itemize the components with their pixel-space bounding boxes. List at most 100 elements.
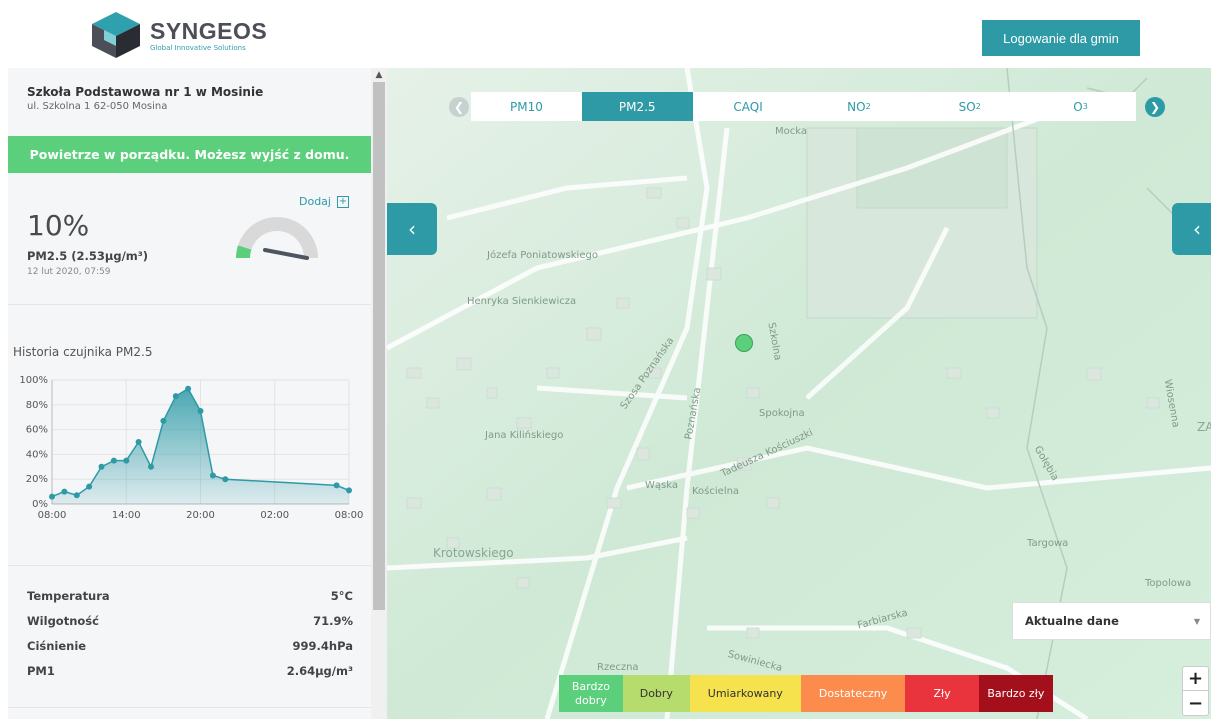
tab-subscript: 2 xyxy=(865,102,871,111)
tab-pm25[interactable]: PM2.5 xyxy=(581,92,693,121)
map-street-label: Krotowskiego xyxy=(433,546,514,560)
tab-o3[interactable]: O3 xyxy=(1025,92,1136,121)
chart-y-tick-label: 0% xyxy=(32,499,48,510)
map-view[interactable]: Mocka Józefa Poniatowskiego Henryka Sien… xyxy=(387,68,1211,719)
stat-label: Wilgotność xyxy=(27,614,99,628)
legend-bardzo-zly: Bardzo zły xyxy=(978,675,1053,712)
chart-y-tick-label: 100% xyxy=(19,375,48,386)
chart-data-point xyxy=(197,408,204,414)
chart-data-point xyxy=(333,482,340,489)
map-street-label: Targowa xyxy=(1027,538,1069,549)
zoom-out-button[interactable]: − xyxy=(1183,691,1208,715)
brand-logo[interactable]: SYNGEOS Global Innovative Solutions xyxy=(88,10,267,60)
pollution-gauge xyxy=(236,217,318,260)
tab-subscript: 2 xyxy=(975,102,981,111)
logo-cube-icon xyxy=(92,12,140,58)
sensor-marker[interactable] xyxy=(735,334,753,352)
chart-x-tick-label: 08:00 xyxy=(38,510,67,521)
stat-value: 2.64µg/m³ xyxy=(286,664,353,678)
brand-text: SYNGEOS Global Innovative Solutions xyxy=(150,19,267,52)
map-street-label: Józefa Poniatowskiego xyxy=(487,250,598,261)
scroll-up-arrow-icon[interactable]: ▲ xyxy=(371,68,387,82)
tab-caqi[interactable]: CAQI xyxy=(693,92,804,121)
zoom-control: + − xyxy=(1182,666,1209,716)
scroll-thumb[interactable] xyxy=(373,82,385,610)
chart-data-point xyxy=(49,493,55,500)
stat-value: 5°C xyxy=(330,589,353,603)
tab-so2[interactable]: SO 2 xyxy=(914,92,1025,121)
map-street-label: Topolowa xyxy=(1145,578,1192,589)
dataset-select-value: Aktualne dane xyxy=(1025,614,1119,628)
map-street-label: Jana Kilińskiego xyxy=(485,430,564,441)
tab-label: PM2.5 xyxy=(618,99,656,114)
tab-label: CAQI xyxy=(733,99,763,114)
tab-label: NO xyxy=(847,99,866,114)
plus-icon: + xyxy=(336,195,349,208)
chart-data-point xyxy=(172,393,179,400)
map-street-label: Spokojna xyxy=(759,408,805,419)
chart-data-point xyxy=(61,488,68,495)
divider xyxy=(8,565,371,566)
map-street-label: Mocka xyxy=(775,126,807,137)
pm-reading: PM2.5 (2.53µg/m³) xyxy=(27,249,149,263)
weather-stats: Temperatura 5°C Wilgotność 71.9% Ciśnien… xyxy=(27,589,353,689)
air-status-banner: Powietrze w porządku. Możesz wyjść z dom… xyxy=(8,136,371,173)
map-street-label: Henryka Sienkiewicza xyxy=(467,296,577,307)
tab-subscript: 3 xyxy=(1082,102,1088,111)
stat-value: 71.9% xyxy=(313,614,353,628)
stat-label: Temperatura xyxy=(27,589,110,603)
brand-tagline: Global Innovative Solutions xyxy=(150,43,246,52)
chart-data-point xyxy=(123,457,130,464)
stat-row-temperature: Temperatura 5°C xyxy=(27,589,353,614)
map-street-label: ZA xyxy=(1197,420,1211,434)
station-address: ul. Szkolna 1 62-050 Mosina xyxy=(27,101,168,112)
dataset-select[interactable]: Aktualne dane ▼ xyxy=(1012,602,1211,640)
chart-data-point xyxy=(110,457,117,464)
station-name: Szkoła Podstawowa nr 1 w Mosinie xyxy=(27,85,264,99)
pollution-percent: 10% xyxy=(27,209,90,242)
add-label: Dodaj xyxy=(299,195,331,208)
history-chart-title: Historia czujnika PM2.5 xyxy=(13,345,153,359)
stat-row-humidity: Wilgotność 71.9% xyxy=(27,614,353,639)
divider xyxy=(8,304,371,305)
chart-y-tick-label: 60% xyxy=(26,425,48,436)
chart-y-tick-label: 40% xyxy=(26,449,48,460)
station-sidebar: Szkoła Podstawowa nr 1 w Mosinie ul. Szk… xyxy=(8,68,371,719)
caret-down-icon: ▼ xyxy=(1193,616,1200,626)
next-pollutant-arrow-icon[interactable]: ❯ xyxy=(1145,97,1165,117)
sidebar-scrollbar[interactable]: ▲ xyxy=(371,68,387,719)
history-chart: 0% 20% 40% 60% 80% 100% 08:00 14:00 20:00 02:00 08… xyxy=(19,375,364,521)
tab-pm10[interactable]: PM10 xyxy=(471,92,582,121)
chart-x-tick-label: 20:00 xyxy=(186,510,215,521)
tab-no2[interactable]: NO 2 xyxy=(803,92,914,121)
login-button[interactable]: Logowanie dla gmin xyxy=(982,20,1140,56)
chart-data-point xyxy=(160,417,167,424)
collapse-left-panel-chevron-icon[interactable]: ‹ xyxy=(387,203,437,255)
chart-y-tick-label: 20% xyxy=(26,474,48,485)
chart-data-point xyxy=(148,463,154,470)
add-station-button[interactable]: Dodaj + xyxy=(299,195,349,208)
chart-x-tick-label: 02:00 xyxy=(260,510,289,521)
chart-data-point xyxy=(135,439,142,445)
prev-pollutant-arrow-icon[interactable]: ❮ xyxy=(449,97,469,117)
legend-dostateczny: Dostateczny xyxy=(800,675,906,712)
tab-label: PM10 xyxy=(509,99,543,114)
air-quality-legend: Bardzo dobry Dobry Umiarkowany Dostatecz… xyxy=(559,675,1053,712)
expand-right-panel-chevron-icon[interactable]: ‹ xyxy=(1172,203,1211,255)
zoom-in-button[interactable]: + xyxy=(1183,667,1208,691)
legend-umiarkowany: Umiarkowany xyxy=(689,675,801,712)
tab-label: O xyxy=(1073,99,1083,114)
chart-data-point xyxy=(98,463,105,470)
reading-timestamp: 12 lut 2020, 07:59 xyxy=(27,267,111,277)
stat-label: PM1 xyxy=(27,664,55,678)
legend-dobry: Dobry xyxy=(622,675,690,712)
tab-label: SO xyxy=(958,99,976,114)
map-street-label: Wąska xyxy=(645,480,678,491)
chart-data-point xyxy=(222,476,229,483)
chart-x-tick-label: 08:00 xyxy=(335,510,364,521)
chart-y-tick-label: 80% xyxy=(26,400,48,411)
legend-zly: Zły xyxy=(905,675,979,712)
stat-value: 999.4hPa xyxy=(292,639,353,653)
top-header: SYNGEOS Global Innovative Solutions Logo… xyxy=(0,0,1211,68)
stat-row-pm1: PM1 2.64µg/m³ xyxy=(27,664,353,689)
